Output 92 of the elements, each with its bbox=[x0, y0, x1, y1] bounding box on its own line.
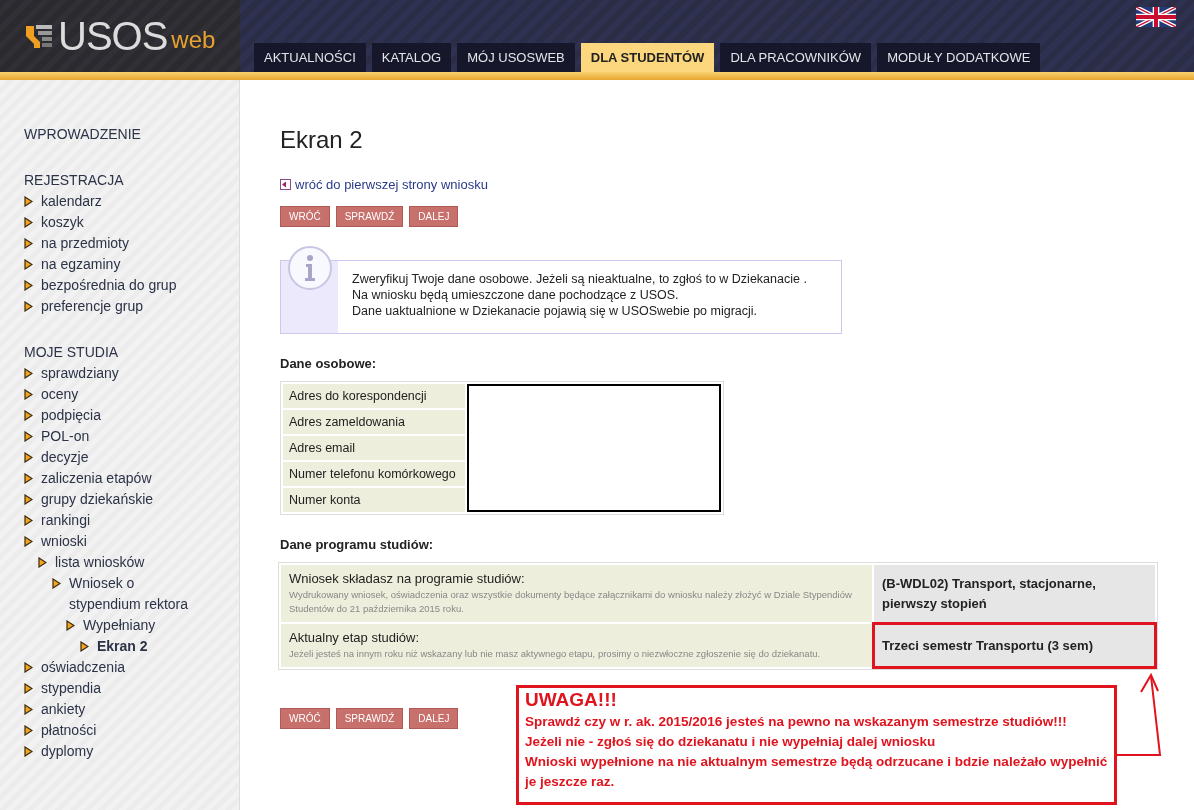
sidebar-link[interactable]: kalendarz bbox=[41, 191, 102, 212]
section-heading: Dane programu studiów: bbox=[280, 537, 435, 552]
arrow-bullet-icon bbox=[24, 259, 33, 270]
page-title: Ekran 2 bbox=[280, 125, 364, 155]
nav-tab[interactable]: KATALOG bbox=[371, 43, 452, 72]
arrow-bullet-icon bbox=[24, 389, 33, 400]
form-button[interactable]: WRÓĆ bbox=[280, 708, 330, 729]
arrow-bullet-icon bbox=[24, 410, 33, 421]
sidebar-link[interactable]: Wniosek o stypendium rektora bbox=[69, 573, 199, 615]
sidebar-link[interactable]: grupy dziekańskie bbox=[41, 489, 154, 510]
form-button[interactable]: SPRAWDŹ bbox=[335, 708, 404, 729]
sidebar-link[interactable]: wnioski bbox=[41, 531, 87, 552]
warning-text: Wnioski wypełnione na nie aktualnym semestrze będą odrzucane i bdzie należało wypełnić je jeszcze raz. bbox=[525, 753, 1108, 791]
form-button[interactable]: DALEJ bbox=[409, 708, 459, 729]
info-text: Dane uaktualnione w Dziekanacie pojawią się w USOSwebie po migracji. bbox=[352, 303, 759, 319]
table-cell: Numer telefonu komórkowego bbox=[283, 462, 465, 486]
info-icon bbox=[287, 245, 333, 291]
sidebar-link[interactable]: preferencje grup bbox=[41, 296, 143, 317]
nav-tab[interactable]: DLA PRACOWNIKÓW bbox=[720, 43, 872, 72]
arrow-bullet-icon bbox=[24, 196, 33, 207]
sidebar-link[interactable]: rankingi bbox=[41, 510, 91, 531]
back-link[interactable]: wróć do pierwszej strony wniosku bbox=[295, 177, 488, 192]
arrow-bullet-icon bbox=[24, 473, 33, 484]
sidebar-heading[interactable]: MOJE STUDIA bbox=[24, 342, 199, 363]
table-cell: (B-WDL02) Transport, stacjonarne, pierwszy stopień bbox=[874, 565, 1155, 622]
field-label: Wniosek składasz na programie studiów: bbox=[289, 571, 526, 586]
arrow-bullet-icon bbox=[24, 280, 33, 291]
arrow-bullet-icon bbox=[24, 431, 33, 442]
flag-icon[interactable] bbox=[1136, 7, 1176, 27]
logo-text: USOS bbox=[58, 16, 168, 56]
sidebar-link[interactable]: bezpośrednia do grup bbox=[41, 275, 177, 296]
arrow-bullet-icon bbox=[24, 368, 33, 379]
nav-tab[interactable]: AKTUALNOŚCI bbox=[254, 43, 366, 72]
warning-text: Jeżeli nie - zgłoś się do dziekanatu i nie wypełniaj dalej wniosku bbox=[525, 733, 937, 751]
sidebar-link[interactable]: decyzje bbox=[41, 447, 89, 468]
sidebar-link[interactable]: stypendia bbox=[41, 678, 101, 699]
field-note: Wydrukowany wniosek, oświadczenia oraz wszystkie dokumenty będące załącznikami do wniosku należy złożyć w Dziale Stypendiów Studentów do 21 października 2015 roku. bbox=[289, 588, 853, 616]
logo-icon bbox=[24, 22, 54, 50]
sidebar-link[interactable]: sprawdziany bbox=[41, 363, 119, 384]
table-cell: Numer konta bbox=[283, 488, 465, 512]
table-cell: Trzeci semestr Transportu (3 sem) bbox=[874, 624, 1155, 667]
sidebar-link[interactable]: podpięcia bbox=[41, 405, 101, 426]
table-cell: Adres email bbox=[283, 436, 465, 460]
table-cell: Adres do korespondencji bbox=[283, 384, 465, 408]
sidebar-link[interactable]: płatności bbox=[41, 720, 97, 741]
info-text: Na wniosku będą umieszczone dane pochodzące z USOS. bbox=[352, 287, 680, 303]
arrow-bullet-icon bbox=[52, 578, 61, 589]
warning-text: Sprawdź czy w r. ak. 2015/2016 jesteś na pewno na wskazanym semestrze studiów!!! bbox=[525, 713, 1068, 731]
sidebar-link[interactable]: Ekran 2 bbox=[97, 636, 148, 657]
arrow-bullet-icon bbox=[24, 662, 33, 673]
warning-title: UWAGA!!! bbox=[525, 688, 618, 712]
logo[interactable]: USOSweb bbox=[0, 0, 240, 72]
info-text: Zweryfikuj Twoje dane osobowe. Jeżeli są nieaktualne, to zgłoś to w Dziekanacie . bbox=[352, 271, 807, 287]
arrow-bullet-icon bbox=[24, 536, 33, 547]
arrow-bullet-icon bbox=[24, 452, 33, 463]
form-button[interactable]: WRÓĆ bbox=[280, 206, 330, 227]
sidebar-link[interactable]: zaliczenia etapów bbox=[41, 468, 152, 489]
nav-tab[interactable]: MODUŁY DODATKOWE bbox=[877, 43, 1041, 72]
sidebar-link[interactable]: POL-on bbox=[41, 426, 90, 447]
nav-tab[interactable]: MÓJ USOSWEB bbox=[457, 43, 575, 72]
sidebar-link[interactable]: oceny bbox=[41, 384, 79, 405]
arrow-bullet-icon bbox=[24, 494, 33, 505]
sidebar-link[interactable]: dyplomy bbox=[41, 741, 94, 762]
form-button[interactable]: SPRAWDŹ bbox=[335, 206, 404, 227]
logo-suffix: web bbox=[171, 26, 216, 54]
arrow-bullet-icon bbox=[24, 704, 33, 715]
field-note: Jeżeli jesteś na innym roku niż wskazany lub nie masz aktywnego etapu, prosimy o niezwłoczne zgłoszenie się do dziekanatu. bbox=[289, 647, 822, 661]
field-label: Aktualny etap studiów: bbox=[289, 630, 421, 645]
sidebar-link[interactable]: lista wniosków bbox=[55, 552, 145, 573]
arrow-bullet-icon bbox=[24, 217, 33, 228]
arrow-bullet-icon bbox=[24, 725, 33, 736]
sidebar-link[interactable]: Wypełniany bbox=[83, 615, 156, 636]
section-heading: Dane osobowe: bbox=[280, 356, 378, 371]
sidebar-link[interactable]: na przedmioty bbox=[41, 233, 129, 254]
sidebar-link[interactable]: na egzaminy bbox=[41, 254, 121, 275]
sidebar-link[interactable]: ankiety bbox=[41, 699, 86, 720]
arrow-bullet-icon bbox=[80, 641, 89, 652]
arrow-bullet-icon bbox=[66, 620, 75, 631]
arrow-bullet-icon bbox=[24, 301, 33, 312]
back-icon bbox=[280, 179, 291, 190]
sidebar-heading[interactable]: WPROWADZENIE bbox=[24, 124, 199, 145]
table-cell: Adres zameldowania bbox=[283, 410, 465, 434]
arrow-bullet-icon bbox=[38, 557, 47, 568]
sidebar-link[interactable]: oświadczenia bbox=[41, 657, 126, 678]
arrow-bullet-icon bbox=[24, 238, 33, 249]
arrow-bullet-icon bbox=[24, 746, 33, 757]
sidebar-link[interactable]: koszyk bbox=[41, 212, 84, 233]
form-button[interactable]: DALEJ bbox=[409, 206, 459, 227]
arrow-bullet-icon bbox=[24, 515, 33, 526]
arrow-bullet-icon bbox=[24, 683, 33, 694]
sidebar-heading[interactable]: REJESTRACJA bbox=[24, 170, 199, 191]
nav-tab[interactable]: DLA STUDENTÓW bbox=[580, 43, 715, 72]
